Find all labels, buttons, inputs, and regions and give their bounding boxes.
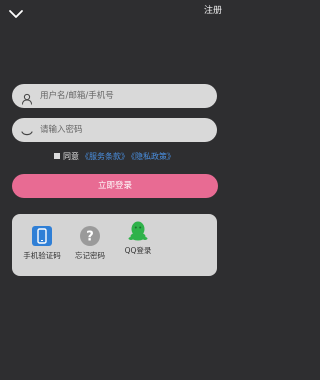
phone-code-label: 手机验证码 [23,251,61,260]
agree-label: 同意 [63,152,79,161]
username-field[interactable] [12,84,217,108]
password-input[interactable] [40,118,210,142]
forgot-password-button[interactable]: ? 忘记密码 [68,225,112,261]
login-button[interactable]: 立即登录 [12,174,218,198]
qq-login-label: QQ登录 [124,246,152,255]
phone-code-login-button[interactable]: 手机验证码 [20,225,64,261]
user-icon [21,90,33,105]
top-bar: 注册 [0,0,228,24]
agreement-row: 同意 《服务条款》 《隐私政策》 [54,151,175,163]
alt-login-panel: 手机验证码 ? 忘记密码 QQ登录 [12,214,217,276]
qq-login-button[interactable]: QQ登录 [116,220,160,256]
privacy-link[interactable]: 《隐私政策》 [131,152,175,161]
qq-icon [127,220,149,242]
eye-closed-icon[interactable] [21,124,33,136]
password-field[interactable] [12,118,217,142]
register-link[interactable]: 注册 [204,6,222,17]
svg-text:?: ? [86,230,94,245]
username-input[interactable] [40,84,210,108]
phone-icon [31,225,53,247]
chevron-down-icon[interactable] [8,5,24,18]
forgot-password-label: 忘记密码 [75,251,105,260]
question-icon: ? [79,225,101,247]
agree-checkbox[interactable] [54,152,60,159]
terms-link[interactable]: 《服务条款》 [81,152,129,161]
